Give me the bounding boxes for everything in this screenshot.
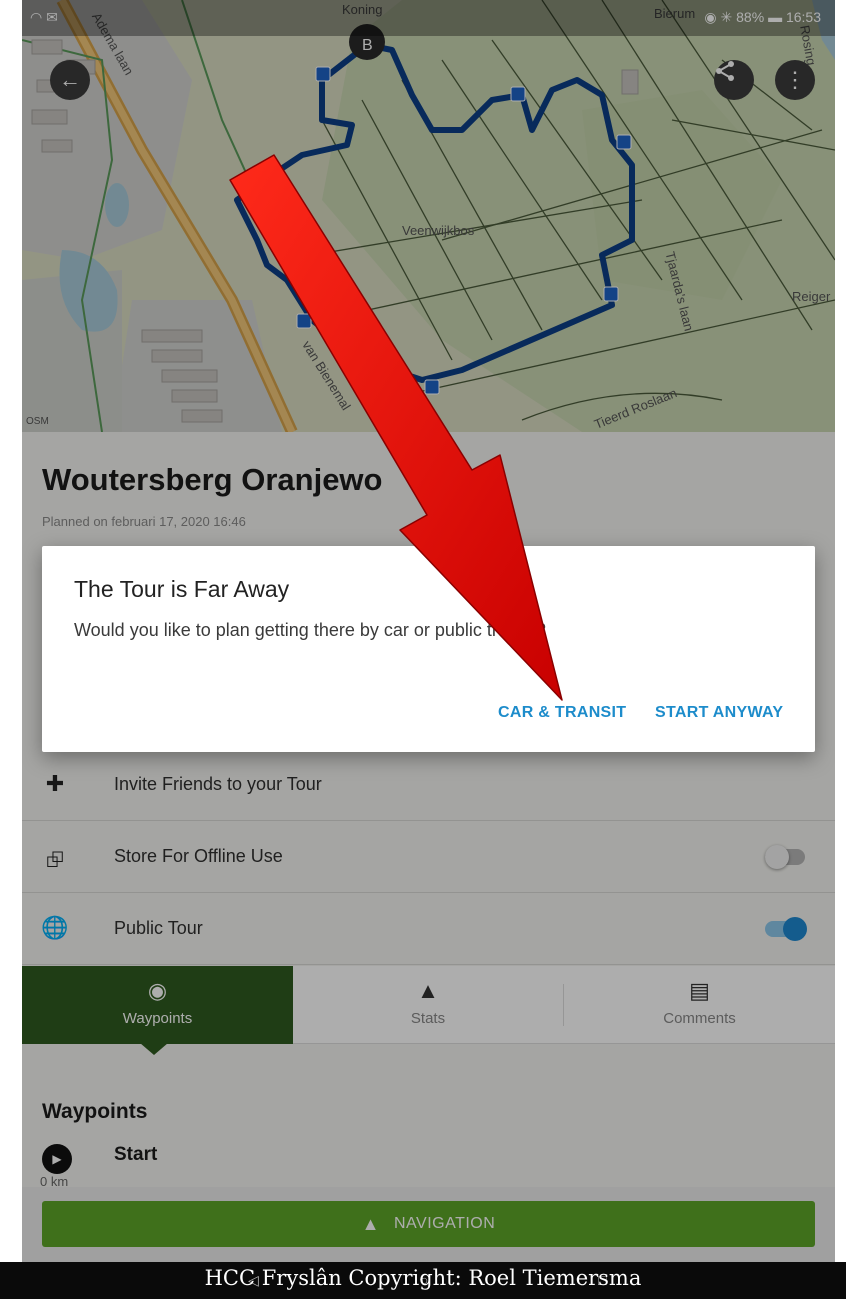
app-screen: B Veenwijkbos Tjaarda's laan Reiger Tiee… [22, 0, 835, 1262]
left-margin [0, 0, 22, 1262]
copyright-caption: HCC Fryslân Copyright: Roel Tiemersma [204, 1266, 642, 1290]
right-margin [835, 0, 846, 1262]
red-annotation-arrow [229, 154, 563, 701]
